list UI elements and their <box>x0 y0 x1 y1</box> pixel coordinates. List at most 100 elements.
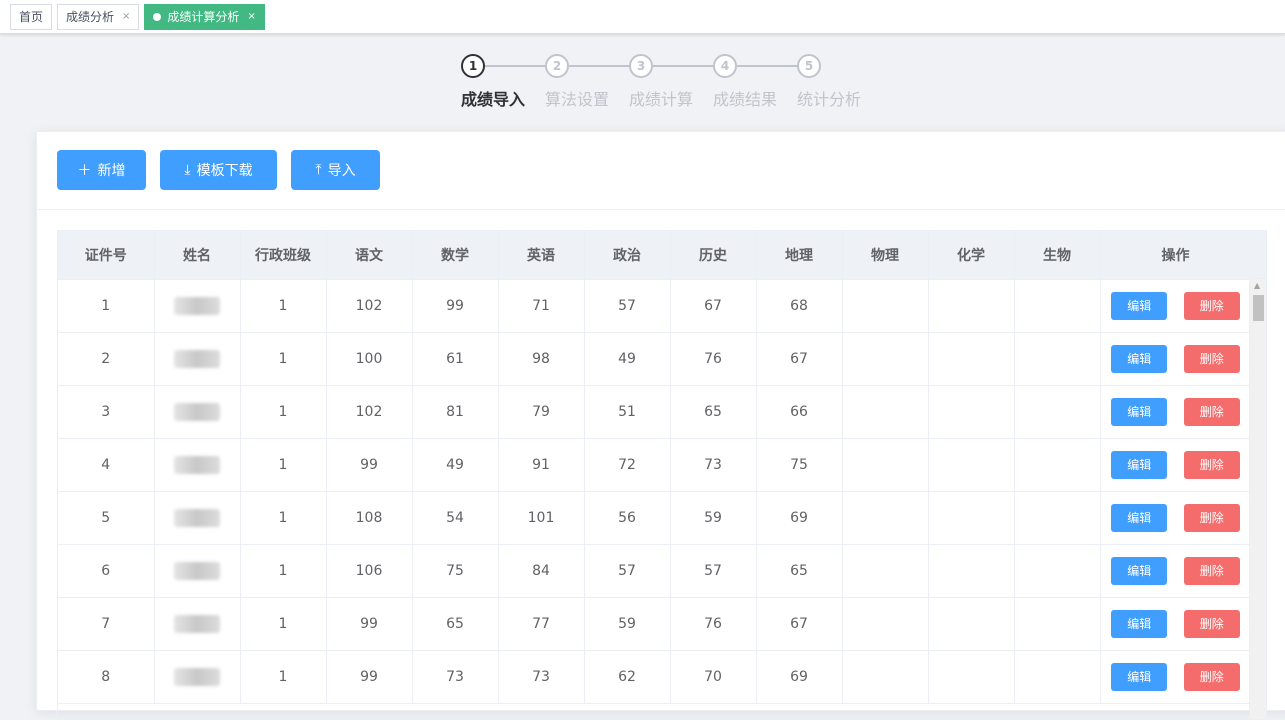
tags-view-bar: 首页 成绩分析 × 成绩计算分析 × <box>0 0 1285 34</box>
cell-score <box>842 279 929 333</box>
delete-button[interactable]: 删除 <box>1183 556 1240 585</box>
cell-score <box>928 544 1015 598</box>
tag-score-analysis[interactable]: 成绩分析 × <box>57 3 140 30</box>
column-header[interactable]: 行政班级 <box>240 231 327 280</box>
cell-name <box>154 332 241 386</box>
cell-name <box>154 491 241 545</box>
column-header[interactable]: 证件号 <box>58 231 155 280</box>
table-row: 6 1 106 75 84 57 57 65 编辑 删除 <box>58 544 1252 598</box>
download-icon: ⤓ <box>184 162 191 178</box>
cell-score <box>842 544 929 598</box>
cell-actions: 编辑 删除 <box>1100 650 1252 704</box>
edit-button[interactable]: 编辑 <box>1111 556 1168 585</box>
column-header[interactable]: 政治 <box>584 231 671 280</box>
column-header[interactable]: 英语 <box>498 231 585 280</box>
header-gutter <box>1249 231 1266 279</box>
step-label: 成绩结果 <box>713 90 778 109</box>
step-2: 2 算法设置 <box>545 54 609 109</box>
vertical-scrollbar[interactable]: ▲ <box>1249 279 1266 719</box>
edit-button[interactable]: 编辑 <box>1111 450 1168 479</box>
tag-score-calc-analysis[interactable]: 成绩计算分析 × <box>144 3 265 30</box>
cell-score <box>842 491 929 545</box>
edit-button[interactable]: 编辑 <box>1111 609 1168 638</box>
cell-score: 56 <box>584 491 671 545</box>
cell-id: 3 <box>58 385 155 439</box>
step-5: 5 统计分析 <box>797 54 861 109</box>
cell-name <box>154 385 241 439</box>
cell-id: 5 <box>58 491 155 545</box>
cell-actions: 编辑 删除 <box>1100 438 1252 492</box>
delete-button[interactable]: 删除 <box>1183 397 1240 426</box>
edit-button[interactable]: 编辑 <box>1111 291 1168 320</box>
table-row: 7 1 99 65 77 59 76 67 编辑 删除 <box>58 597 1252 651</box>
column-header[interactable]: 语文 <box>326 231 413 280</box>
cell-score: 102 <box>326 385 413 439</box>
cell-score: 65 <box>412 597 499 651</box>
close-icon[interactable]: × <box>247 11 255 22</box>
cell-class: 1 <box>240 650 327 704</box>
content-card: ＋ 新增 ⤓ 模板下载 ⤒ 导入 证件号 姓名 行政班级 语文 数学 英语 政治… <box>36 131 1285 720</box>
delete-button[interactable]: 删除 <box>1183 609 1240 638</box>
cell-score <box>1014 438 1101 492</box>
step-connector <box>737 65 797 67</box>
scroll-up-icon[interactable]: ▲ <box>1254 281 1260 290</box>
cell-score: 57 <box>670 544 757 598</box>
delete-button[interactable]: 删除 <box>1183 450 1240 479</box>
column-header[interactable]: 地理 <box>756 231 843 280</box>
cell-score <box>928 438 1015 492</box>
cell-actions: 编辑 删除 <box>1100 491 1252 545</box>
cell-score: 73 <box>412 650 499 704</box>
step-label: 统计分析 <box>797 90 862 109</box>
download-template-button[interactable]: ⤓ 模板下载 <box>160 150 277 190</box>
cell-score <box>1014 650 1101 704</box>
cell-score: 99 <box>326 597 413 651</box>
scrollbar-thumb[interactable] <box>1253 295 1264 321</box>
delete-button[interactable]: 删除 <box>1183 503 1240 532</box>
cell-score: 59 <box>584 597 671 651</box>
cell-score: 99 <box>326 650 413 704</box>
column-header[interactable]: 生物 <box>1014 231 1101 280</box>
toolbar: ＋ 新增 ⤓ 模板下载 ⤒ 导入 <box>37 132 1285 210</box>
cell-score <box>928 385 1015 439</box>
plus-icon: ＋ <box>77 163 92 179</box>
cell-score: 73 <box>670 438 757 492</box>
cell-score: 76 <box>670 332 757 386</box>
cell-id: 1 <box>58 279 155 333</box>
column-header[interactable]: 数学 <box>412 231 499 280</box>
import-button[interactable]: ⤒ 导入 <box>291 150 380 190</box>
delete-button[interactable]: 删除 <box>1183 662 1240 691</box>
delete-button[interactable]: 删除 <box>1183 344 1240 373</box>
redacted-name <box>174 667 220 686</box>
tag-home[interactable]: 首页 <box>10 3 53 30</box>
step-connector <box>569 65 629 67</box>
column-header[interactable]: 姓名 <box>154 231 241 280</box>
table-row: 8 1 99 73 73 62 70 69 编辑 删除 <box>58 650 1252 704</box>
edit-button[interactable]: 编辑 <box>1111 397 1168 426</box>
cell-score <box>928 650 1015 704</box>
import-button-label: 导入 <box>327 163 356 179</box>
column-header[interactable]: 历史 <box>670 231 757 280</box>
table-header-row: 证件号 姓名 行政班级 语文 数学 英语 政治 历史 地理 物理 化学 生物 操… <box>58 231 1252 280</box>
cell-score: 101 <box>498 491 585 545</box>
column-header[interactable]: 化学 <box>928 231 1015 280</box>
cell-class: 1 <box>240 385 327 439</box>
active-dot-icon <box>153 12 162 21</box>
cell-score: 65 <box>670 385 757 439</box>
cell-class: 1 <box>240 332 327 386</box>
cell-score: 69 <box>756 650 843 704</box>
edit-button[interactable]: 编辑 <box>1111 344 1168 373</box>
edit-button[interactable]: 编辑 <box>1111 503 1168 532</box>
close-icon[interactable]: × <box>122 11 130 22</box>
edit-button[interactable]: 编辑 <box>1111 662 1168 691</box>
cell-score <box>842 597 929 651</box>
cell-score: 69 <box>756 491 843 545</box>
cell-score: 67 <box>670 279 757 333</box>
cell-score: 81 <box>412 385 499 439</box>
add-button[interactable]: ＋ 新增 <box>57 150 146 190</box>
tag-label: 成绩计算分析 <box>167 10 240 24</box>
add-button-label: 新增 <box>97 163 126 179</box>
column-header[interactable]: 物理 <box>842 231 929 280</box>
cell-id: 4 <box>58 438 155 492</box>
delete-button[interactable]: 删除 <box>1183 291 1240 320</box>
cell-score: 76 <box>670 597 757 651</box>
